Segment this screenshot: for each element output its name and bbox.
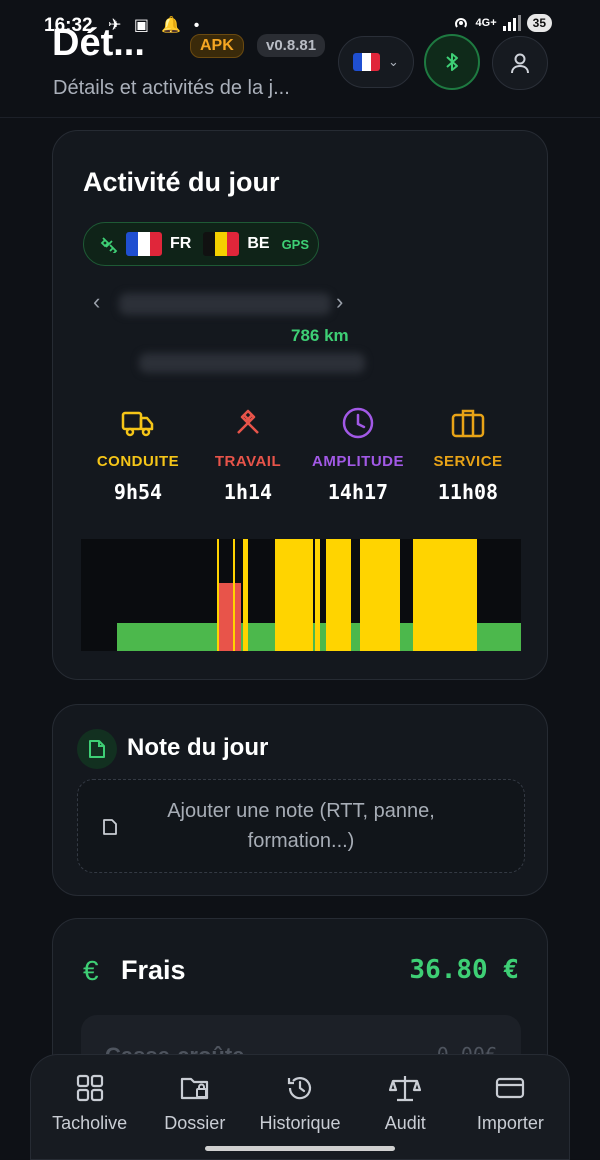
card-icon [496,1077,525,1099]
truck-icon [121,411,154,437]
nav-label: Importer [476,1113,544,1133]
timeline-driving-segment [233,539,235,651]
note-title: Note du jour [127,734,269,761]
page-subtitle: Détails et activités de la j... [53,77,290,99]
bluetooth-icon [446,53,458,71]
next-location-chevron-icon[interactable]: › [336,289,343,315]
activity-card: Activité du jour FR BE GPS ‹ › 786 km CO… [52,130,548,680]
timeline-driving-segment [413,539,477,651]
frais-title: Frais [121,955,186,985]
page-title: Dét... [52,22,145,64]
start-location-redacted [119,293,331,315]
stat-value: 14h17 [327,480,389,504]
user-icon [511,53,529,74]
countries-chip[interactable]: FR BE GPS [83,222,319,266]
previous-location-chevron-icon[interactable]: ‹ [93,289,100,315]
stat-label: CONDUITE [96,453,180,470]
version-badge: v0.8.81 [257,34,326,57]
nav-label: Audit [384,1113,426,1133]
distance-value: 786 km [291,326,349,345]
euro-icon: € [83,955,99,986]
france-flag-icon [353,53,381,71]
nav-tacholive[interactable]: Tacholive [37,1073,142,1159]
bottom-navigation: Tacholive Dossier Historique Audit Impor… [30,1054,570,1160]
stat-service: SERVICE 11h08 [413,403,523,504]
timeline-driving-segment [275,539,313,651]
clock-icon [342,407,374,439]
home-indicator[interactable] [205,1146,395,1151]
stat-label: SERVICE [433,453,503,470]
stat-travail: TRAVAIL 1h14 [193,403,303,504]
document-icon [103,819,117,835]
hammers-icon [237,409,259,434]
satellite-icon [100,237,118,253]
stat-conduite: CONDUITE 9h54 [83,403,193,504]
activity-stats: CONDUITE 9h54 TRAVAIL 1h14 AMPLITUDE 14h… [83,403,523,504]
timeline-work-segment [219,583,241,651]
note-placeholder: Ajouter une note (RTT, panne, formation.… [167,800,435,852]
timeline-driving-segment [360,539,400,651]
nav-importer[interactable]: Importer [458,1073,563,1159]
history-icon [287,1077,312,1100]
timeline-driving-segment [326,539,351,651]
bluetooth-button[interactable] [424,34,480,90]
activity-title: Activité du jour [83,167,280,197]
stat-value: 11h08 [437,480,499,504]
document-icon [89,740,105,758]
note-card: Note du jour Ajouter une note (RTT, pann… [52,704,548,896]
gps-label: GPS [281,236,310,252]
stat-label: TRAVAIL [214,453,282,470]
end-location-redacted [139,353,365,373]
grid-icon [76,1074,103,1102]
note-input[interactable]: Ajouter une note (RTT, panne, formation.… [77,779,525,873]
nav-label: Dossier [164,1113,226,1133]
country-code-fr: FR [170,235,192,252]
timeline-driving-segment [315,539,320,651]
activity-timeline [81,539,521,651]
frais-total: 36.80 € [409,955,519,985]
stat-label: AMPLITUDE [312,453,404,470]
country-code-be: BE [247,235,270,252]
stat-amplitude: AMPLITUDE 14h17 [303,403,413,504]
stat-value: 9h54 [113,480,163,504]
profile-button[interactable] [492,36,548,90]
nav-label: Tacholive [52,1113,128,1133]
timeline-driving-segment [243,539,248,651]
belgium-flag-icon [203,232,240,256]
apk-badge: APK [190,34,244,58]
nav-label: Historique [259,1113,341,1133]
briefcase-icon [451,409,485,438]
france-flag-icon [126,232,162,256]
note-icon-badge [77,729,117,769]
folder-lock-icon [180,1077,208,1100]
scale-icon [389,1076,422,1102]
stat-value: 1h14 [223,480,273,504]
app-header: Dét... APK v0.8.81 Détails et activités … [0,0,600,118]
chevron-down-icon: ⌄ [388,54,399,69]
language-selector[interactable]: ⌄ [338,36,414,88]
